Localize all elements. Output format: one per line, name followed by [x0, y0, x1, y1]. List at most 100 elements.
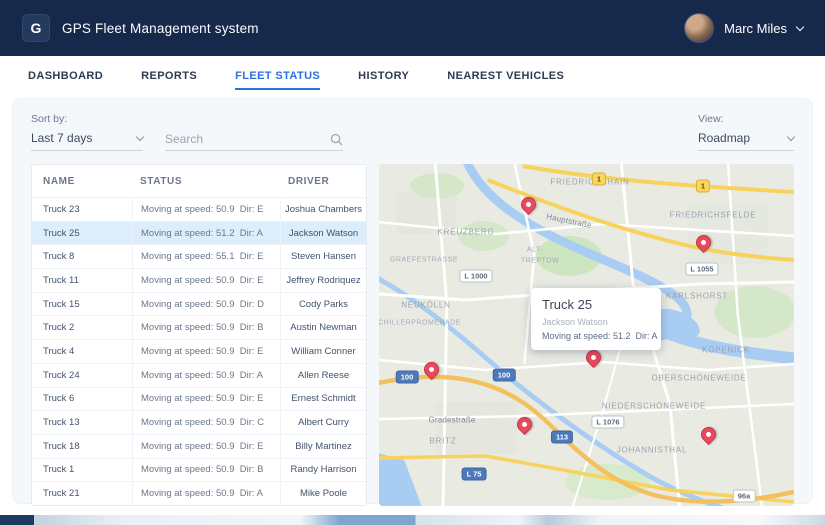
fleet-status-card: Sort by: Last 7 days View: Roadmap NAME S… — [13, 99, 812, 506]
user-menu[interactable]: Marc Miles — [684, 13, 805, 43]
chevron-down-icon — [795, 22, 805, 31]
map-label: ALT- — [526, 246, 544, 254]
road-badge: 96a — [732, 489, 756, 503]
tab-dashboard[interactable]: DASHBOARD — [28, 65, 103, 90]
vehicle-tooltip: Truck 25 Jackson Watson Moving at speed:… — [531, 288, 661, 350]
cell-driver: William Conner — [280, 340, 366, 363]
vehicle-pin-selected[interactable] — [582, 346, 605, 369]
cell-status: Moving at speed: 55.1 Dir: E — [132, 245, 280, 269]
road-badge: L 1000 — [459, 269, 493, 283]
vehicle-pin[interactable] — [517, 193, 540, 216]
map-label: NEUKÖLLN — [401, 300, 451, 310]
cell-status: Moving at speed: 51.2 Dir: A — [132, 221, 280, 245]
view-value: Roadmap — [698, 131, 751, 145]
chevron-down-icon — [786, 132, 796, 142]
tooltip-driver-name: Jackson Watson — [542, 317, 608, 327]
column-header-status: STATUS — [140, 175, 183, 187]
user-name: Marc Miles — [724, 20, 787, 36]
sort-select[interactable]: Last 7 days — [31, 131, 145, 151]
view-select[interactable]: Roadmap — [698, 131, 796, 151]
map[interactable]: FRIEDRICHSHAINBIESDORFBIESDORFHauptstraß… — [379, 164, 794, 506]
road-badge: 100 — [492, 368, 516, 382]
cell-driver: Allen Reese — [280, 363, 366, 387]
cell-driver: Albert Curry — [280, 411, 366, 434]
cell-name: Truck 8 — [43, 251, 75, 263]
cell-driver: Austin Newman — [280, 316, 366, 340]
road-badge: 1 — [695, 179, 711, 193]
cell-name: Truck 2 — [43, 322, 75, 334]
map-label: JOHANNISTHAL — [616, 445, 688, 455]
vehicle-pin[interactable] — [420, 358, 443, 381]
cell-name: Truck 23 — [43, 203, 80, 215]
cell-driver: Mike Poole — [280, 482, 366, 505]
tab-reports[interactable]: REPORTS — [141, 65, 197, 90]
table-row[interactable]: Truck 6 Moving at speed: 50.9 Dir: E Ernes… — [32, 387, 366, 412]
search-input[interactable] — [165, 132, 330, 146]
vehicle-pin[interactable] — [697, 423, 720, 446]
toolbar: Sort by: Last 7 days View: Roadmap — [27, 111, 798, 164]
map-label: OBERSCHÖNEWEIDE — [651, 373, 747, 383]
tab-fleet-status[interactable]: FLEET STATUS — [235, 65, 321, 90]
road-badge: 100 — [395, 370, 419, 384]
map-label: GRAEFESTRASSE — [390, 256, 458, 264]
map-label: NIEDERSCHÖNEWEIDE — [601, 401, 707, 411]
table-row[interactable]: Truck 23 Moving at speed: 50.9 Dir: E Josh… — [32, 198, 366, 222]
cell-name: Truck 11 — [43, 274, 79, 286]
cell-name: Truck 4 — [43, 345, 75, 357]
map-label: Hauptstraße — [545, 211, 593, 231]
content-row: NAME STATUS DRIVER Truck 23 Moving at speed… — [27, 164, 798, 506]
table-row[interactable]: Truck 1 Moving at speed: 50.9 Dir: B Randy… — [32, 458, 366, 483]
vehicle-pin[interactable] — [692, 231, 715, 254]
cell-status: Moving at speed: 50.9 Dir: D — [132, 292, 280, 316]
tab-nearest-vehicles[interactable]: NEAREST VEHICLES — [447, 65, 564, 90]
table-row[interactable]: Truck 8 Moving at speed: 55.1 Dir: E Steve… — [32, 245, 366, 270]
sort-value: Last 7 days — [31, 131, 93, 145]
cell-driver: Cody Parks — [280, 292, 366, 316]
road-badge: L 1076 — [591, 415, 625, 429]
table-row[interactable]: Truck 15 Moving at speed: 50.9 Dir: D Cody… — [32, 292, 366, 317]
cell-status: Moving at speed: 50.9 Dir: E — [132, 387, 280, 411]
table-row[interactable]: Truck 13 Moving at speed: 50.9 Dir: C Albe… — [32, 411, 366, 435]
cell-driver: Billy Martinez — [280, 434, 366, 458]
map-label: KARLSHORST — [665, 291, 729, 301]
sort-label: Sort by: — [31, 113, 68, 125]
map-label: KREUZBERG — [437, 227, 495, 237]
nav-tabs: DASHBOARD REPORTS FLEET STATUS HISTORY NEARE… — [0, 56, 825, 98]
cell-status: Moving at speed: 50.9 Dir: A — [132, 482, 280, 505]
road-badge: L 75 — [461, 467, 487, 481]
bottom-window-sliver — [0, 515, 825, 525]
table-row[interactable]: Truck 18 Moving at speed: 50.9 Dir: E Bill… — [32, 434, 366, 459]
tab-history[interactable]: HISTORY — [358, 65, 409, 90]
column-header-name: NAME — [43, 175, 75, 187]
app-logo: G — [22, 14, 50, 42]
map-label: FRIEDRICHSFELDE — [669, 210, 757, 220]
cell-status: Moving at speed: 50.9 Dir: E — [132, 340, 280, 363]
table-row[interactable]: Truck 4 Moving at speed: 50.9 Dir: E Willi… — [32, 340, 366, 364]
table-header-row: NAME STATUS DRIVER — [32, 165, 366, 198]
avatar[interactable] — [684, 13, 715, 43]
map-label: KÖPENICK — [702, 345, 750, 355]
table-body: Truck 23 Moving at speed: 50.9 Dir: E Josh… — [32, 198, 366, 505]
map-label: Gradestraße — [428, 415, 476, 425]
table-row[interactable]: Truck 2 Moving at speed: 50.9 Dir: B Austi… — [32, 316, 366, 341]
cell-driver: Randy Harrison — [280, 458, 366, 482]
table-row[interactable]: Truck 24 Moving at speed: 50.9 Dir: A Alle… — [32, 363, 366, 388]
map-label: TREPTOW — [520, 257, 560, 265]
chevron-down-icon — [135, 132, 145, 142]
cell-name: Truck 21 — [43, 488, 80, 500]
column-header-driver: DRIVER — [288, 175, 330, 187]
search-box — [165, 132, 343, 151]
app-header: G GPS Fleet Management system Marc Miles — [0, 0, 825, 56]
table-row[interactable]: Truck 11 Moving at speed: 50.9 Dir: E Jeff… — [32, 269, 366, 293]
table-row[interactable]: Truck 25 Moving at speed: 51.2 Dir: A Jack… — [32, 221, 366, 246]
search-icon — [330, 133, 343, 145]
vehicle-pin[interactable] — [513, 413, 536, 436]
cell-driver: Ernest Schmidt — [280, 387, 366, 411]
cell-name: Truck 24 — [43, 369, 80, 381]
table-row[interactable]: Truck 21 Moving at speed: 50.9 Dir: A Mike… — [32, 482, 366, 505]
cell-status: Moving at speed: 50.9 Dir: E — [132, 198, 280, 221]
view-label: View: — [698, 113, 724, 125]
tooltip-vehicle-name: Truck 25 — [542, 297, 593, 312]
cell-driver: Jeffrey Rodriquez — [280, 269, 366, 292]
map-label: BRITZ — [429, 436, 457, 446]
